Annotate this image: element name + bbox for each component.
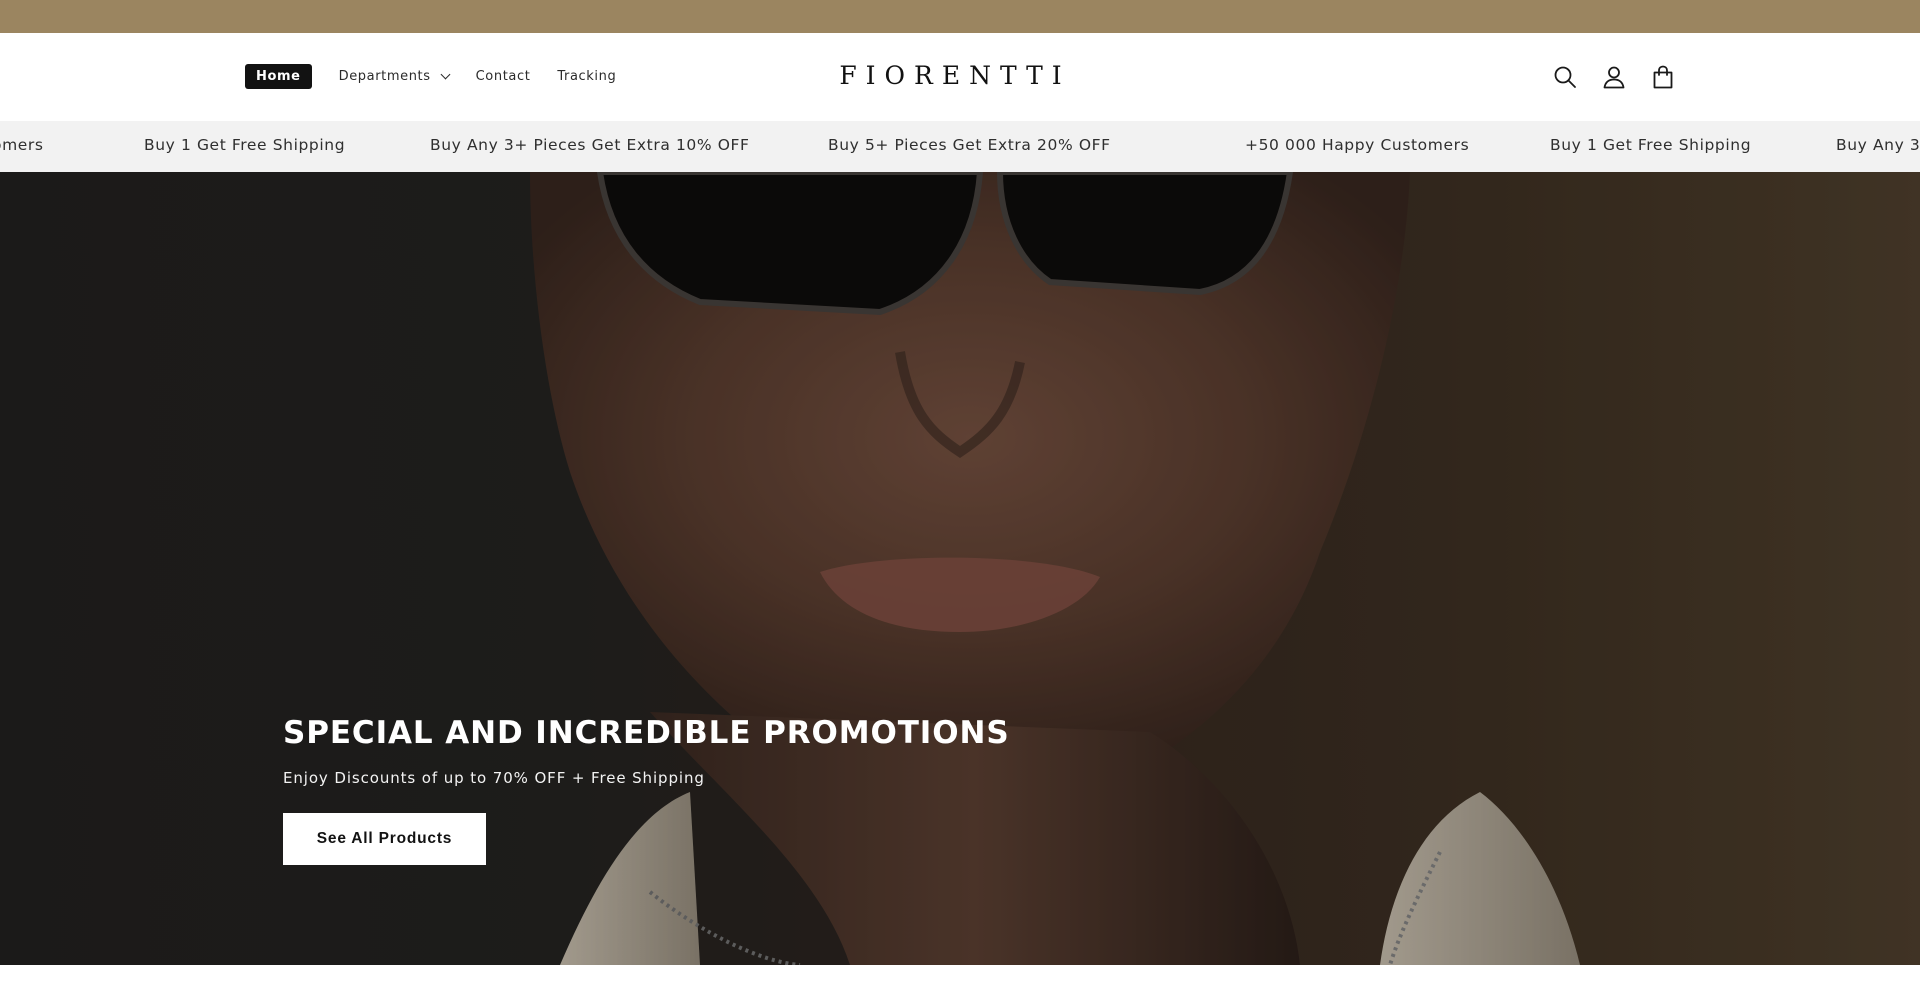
account-icon[interactable] bbox=[1601, 64, 1627, 90]
announcement-item: Buy Any 3+ Pieces Get Extra 10% OFF bbox=[430, 136, 750, 154]
nav-departments[interactable]: Departments bbox=[338, 69, 451, 84]
announcement-item: Buy 1 Get Free Shipping bbox=[144, 136, 346, 154]
nav-home[interactable]: Home bbox=[245, 64, 312, 89]
hero-title: SPECIAL AND INCREDIBLE PROMOTIONS bbox=[283, 715, 1010, 751]
see-all-products-button[interactable]: See All Products bbox=[283, 813, 486, 865]
page-bottom bbox=[0, 965, 1920, 993]
main-nav: Home Departments Contact Tracking bbox=[245, 64, 643, 89]
hero-banner: SPECIAL AND INCREDIBLE PROMOTIONS Enjoy … bbox=[0, 172, 1920, 965]
announcement-item: Buy 5+ Pieces Get Extra 20% OFF bbox=[828, 136, 1111, 154]
announcement-item: Buy Any 3+ bbox=[1836, 136, 1920, 154]
announcement-item: Buy 1 Get Free Shipping bbox=[1550, 136, 1752, 154]
nav-contact[interactable]: Contact bbox=[476, 69, 531, 84]
brand-logo[interactable]: FIORENTTI bbox=[830, 61, 1080, 90]
announcement-bar: omers Buy 1 Get Free Shipping Buy Any 3+… bbox=[0, 121, 1920, 172]
hero-subtitle: Enjoy Discounts of up to 70% OFF + Free … bbox=[283, 769, 705, 787]
chevron-down-icon bbox=[440, 69, 451, 80]
header-icons bbox=[1552, 64, 1699, 90]
cart-icon[interactable] bbox=[1650, 64, 1676, 90]
nav-departments-label: Departments bbox=[338, 69, 431, 84]
announcement-item: +50 000 Happy Customers bbox=[1245, 136, 1470, 154]
top-strip bbox=[0, 0, 1920, 33]
search-icon[interactable] bbox=[1552, 64, 1578, 90]
announcement-item: omers bbox=[0, 136, 44, 154]
site-header: Home Departments Contact Tracking FIOREN… bbox=[0, 33, 1920, 121]
nav-tracking[interactable]: Tracking bbox=[557, 69, 616, 84]
